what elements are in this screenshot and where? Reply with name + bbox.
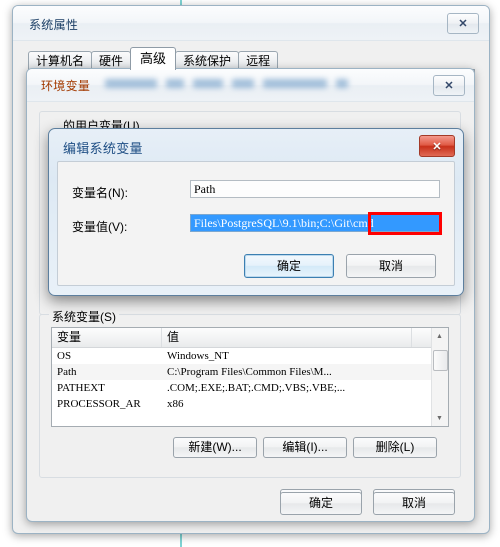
listview-scrollbar[interactable]: ▲ ▼ <box>431 328 448 426</box>
new-variable-button[interactable]: 新建(W)... <box>173 437 257 458</box>
table-row[interactable]: PROCESSOR_AR x86 <box>52 396 448 412</box>
system-properties-close-button[interactable]: ✕ <box>447 13 479 34</box>
column-header-variable[interactable]: 变量 <box>52 328 162 347</box>
system-variables-listview[interactable]: 变量 值 OS Windows_NT Path C:\Program Files… <box>51 327 449 427</box>
variable-name-label: 变量名(N): <box>72 186 128 200</box>
row-variable-value: Windows_NT <box>167 350 229 362</box>
variable-value-selected-text: Files\PostgreSQL\9.1\bin;C:\Git\cmd <box>191 215 439 231</box>
tab-advanced[interactable]: 高级 <box>130 47 177 70</box>
table-row[interactable]: PATHEXT .COM;.EXE;.BAT;.CMD;.VBS;.VBE;..… <box>52 380 448 396</box>
edit-system-variable-dialog: 编辑系统变量 ✕ 变量名(N): Path 变量值(V): Files\Post… <box>48 128 464 296</box>
environment-variables-title: 环境变量 <box>41 79 91 93</box>
sysprops-cancel-button[interactable]: 取消 <box>373 492 455 515</box>
column-header-value[interactable]: 值 <box>162 328 412 347</box>
system-properties-title: 系统属性 <box>29 18 79 32</box>
table-row[interactable]: OS Windows_NT <box>52 348 448 364</box>
table-row[interactable]: Path C:\Program Files\Common Files\M... <box>52 364 448 380</box>
edit-system-variable-close-button[interactable]: ✕ <box>419 135 455 157</box>
row-variable-name: PROCESSOR_AR <box>57 398 141 410</box>
row-variable-name: PATHEXT <box>57 382 105 394</box>
environment-variables-close-button[interactable]: ✕ <box>433 75 465 96</box>
row-variable-name: Path <box>57 366 77 378</box>
variable-value-base-text: Files\PostgreSQL\9.1\bin <box>194 216 317 230</box>
variable-value-input[interactable]: Files\PostgreSQL\9.1\bin;C:\Git\cmd <box>190 214 440 232</box>
edit-variable-button[interactable]: 编辑(I)... <box>263 437 347 458</box>
scroll-up-arrow-icon[interactable]: ▲ <box>432 328 447 344</box>
row-variable-value: C:\Program Files\Common Files\M... <box>167 366 332 378</box>
row-variable-value: x86 <box>167 398 184 410</box>
system-properties-tabstrip: 计算机名 硬件 高级 系统保护 远程 <box>28 47 468 70</box>
variable-value-label: 变量值(V): <box>72 220 128 234</box>
edit-system-variable-body: 变量名(N): Path 变量值(V): Files\PostgreSQL\9.… <box>57 161 455 286</box>
scrollbar-thumb[interactable] <box>433 350 448 371</box>
row-variable-name: OS <box>57 350 72 362</box>
delete-variable-button[interactable]: 删除(L) <box>353 437 437 458</box>
variable-name-input[interactable]: Path <box>190 180 440 198</box>
edit-ok-button[interactable]: 确定 <box>244 254 334 278</box>
environment-variables-redacted-text <box>105 79 348 88</box>
system-variables-label: 系统变量(S) <box>49 308 119 325</box>
variable-value-highlighted-text: ;C:\Git\cmd <box>316 216 374 230</box>
edit-system-variable-title: 编辑系统变量 <box>63 141 143 156</box>
system-properties-titlebar <box>13 6 489 41</box>
listview-header: 变量 值 <box>52 328 448 348</box>
row-variable-value: .COM;.EXE;.BAT;.CMD;.VBS;.VBE;... <box>167 382 346 394</box>
scroll-down-arrow-icon[interactable]: ▼ <box>432 410 447 426</box>
edit-cancel-button[interactable]: 取消 <box>346 254 436 278</box>
sysprops-ok-button[interactable]: 确定 <box>280 492 362 515</box>
